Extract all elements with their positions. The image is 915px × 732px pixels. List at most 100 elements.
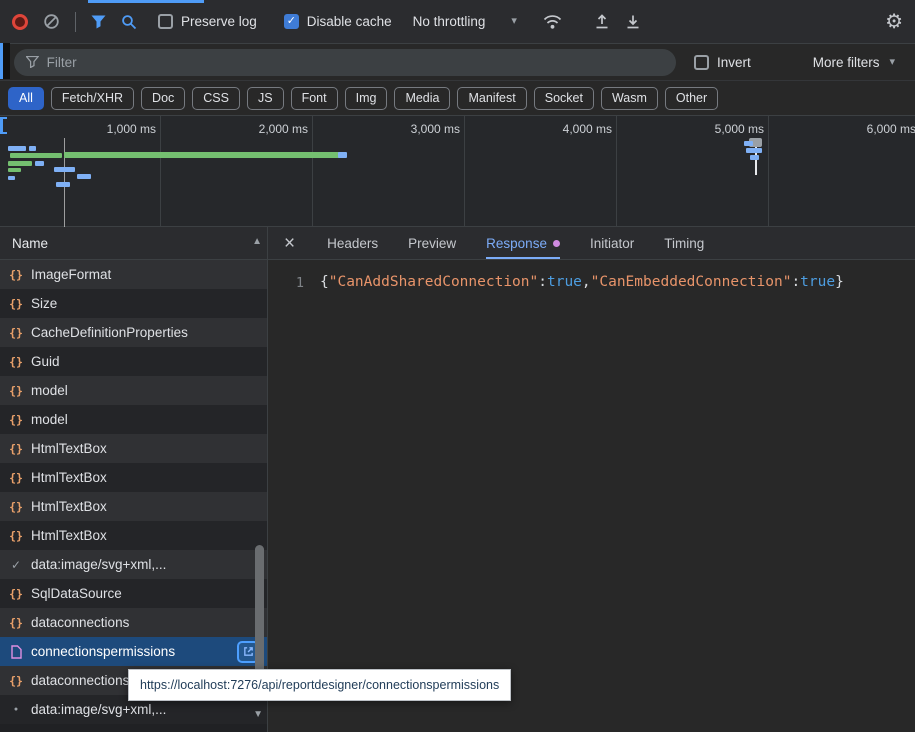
request-row-htmltextbox[interactable]: {}HtmlTextBox [0,492,267,521]
search-button[interactable] [121,14,137,30]
request-row-size[interactable]: {}Size [0,289,267,318]
invert-checkbox[interactable] [694,55,709,70]
tab-response[interactable]: Response [486,227,560,259]
request-list: {}ImageFormat{}Size{}CacheDefinitionProp… [0,260,267,724]
filter-chip-manifest[interactable]: Manifest [457,87,526,110]
filter-chip-css[interactable]: CSS [192,87,240,110]
request-name: data:image/svg+xml,... [31,702,166,717]
filter-chip-js[interactable]: JS [247,87,284,110]
waterfall-bar [8,146,26,151]
tab-timing[interactable]: Timing [664,227,704,259]
filter-chip-img[interactable]: Img [345,87,388,110]
details-tabs: × Headers Preview Response Initiator Timing [268,227,915,260]
throttling-select[interactable]: No throttling ▾ [413,14,517,29]
filter-bar: Invert More filters ▾ [0,44,915,81]
export-har-button[interactable] [625,13,641,30]
tab-initiator[interactable]: Initiator [590,227,634,259]
network-conditions-icon[interactable] [542,13,563,30]
waterfall-bar [54,167,75,172]
waterfall-bar [744,141,753,146]
request-row-guid[interactable]: {}Guid [0,347,267,376]
scroll-down-arrow[interactable]: ▼ [253,710,263,720]
line-number: 1 [268,274,320,291]
request-row-sqldatasource[interactable]: {}SqlDataSource [0,579,267,608]
scroll-up-arrow[interactable]: ▲ [252,237,262,247]
import-har-button[interactable] [594,13,610,30]
request-row-htmltextbox[interactable]: {}HtmlTextBox [0,434,267,463]
panel-tab-accent [88,0,204,3]
resource-type-filters: All Fetch/XHR Doc CSS JS Font Img Media Manifest… [0,81,915,116]
timeline-tick-label: 1,000 ms [8,122,156,136]
json-token: true [547,274,582,290]
waterfall-bar [10,153,62,158]
timeline-tick-label: 6,000 ms [768,122,915,136]
json-token: "CanAddSharedConnection" [329,274,539,290]
close-icon[interactable]: × [284,234,295,253]
filter-chip-media[interactable]: Media [394,87,450,110]
request-row-connectionspermissions[interactable]: connectionspermissions [0,637,267,666]
request-row-data-image-svg-xml[interactable]: ✓data:image/svg+xml,... [0,550,267,579]
request-name: dataconnections [31,673,129,688]
request-row-imageformat[interactable]: {} ImageFormat [0,260,267,289]
waterfall-bar [29,146,36,151]
network-filter-field[interactable] [14,49,676,76]
tab-label: Preview [408,236,456,251]
json-icon: {} [8,529,24,543]
request-row-htmltextbox[interactable]: {} HtmlTextBox [0,521,267,550]
request-name: ImageFormat [31,267,111,282]
edge-fragment [0,43,10,79]
main-area: Name ▲ {}ImageFormat{}Size{}CacheDefinit… [0,227,915,732]
request-name: HtmlTextBox [31,528,107,543]
json-token: "CanEmbeddedConnection" [591,274,792,290]
filter-chip-all[interactable]: All [8,87,44,110]
invert-group: Invert [694,55,751,70]
record-button[interactable] [12,14,28,30]
json-icon: {} [8,297,24,311]
request-row-model[interactable]: {}model [0,376,267,405]
request-name: CacheDefinitionProperties [31,325,188,340]
name-column-header[interactable]: Name ▲ [0,227,267,260]
filter-chip-other[interactable]: Other [665,87,718,110]
funnel-icon [26,56,39,68]
json-icon: {} [8,587,24,601]
filter-chip-doc[interactable]: Doc [141,87,185,110]
request-row-cachedefinitionproperties[interactable]: {}CacheDefinitionProperties [0,318,267,347]
filter-chip-font[interactable]: Font [291,87,338,110]
settings-gear-button[interactable]: ⚙ [885,12,903,32]
chevron-down-icon: ▾ [511,16,517,27]
request-name: HtmlTextBox [31,441,107,456]
filter-chip-fetch-xhr[interactable]: Fetch/XHR [51,87,134,110]
tab-headers[interactable]: Headers [327,227,378,259]
filter-toggle-button[interactable] [91,15,106,29]
timeline-tick-label: 2,000 ms [160,122,308,136]
timeline-tick-label: 5,000 ms [616,122,764,136]
request-row-htmltextbox[interactable]: {}HtmlTextBox [0,463,267,492]
tab-preview[interactable]: Preview [408,227,456,259]
json-icon: {} [8,616,24,630]
json-icon: {} [8,268,24,282]
name-header-label: Name [12,236,48,251]
preserve-log-group: Preserve log [158,14,257,29]
preserve-log-checkbox[interactable] [158,14,173,29]
response-override-dot [553,240,560,247]
response-body: 1 {"CanAddSharedConnection":true,"CanEmb… [268,260,915,291]
clear-button[interactable] [43,13,60,30]
timeline-tick-label: 4,000 ms [464,122,612,136]
more-filters-button[interactable]: More filters ▾ [813,55,915,70]
tab-label: Headers [327,236,378,251]
waterfall-bar [64,152,342,158]
disable-cache-checkbox[interactable]: ✓ [284,14,299,29]
selection-handle[interactable] [0,117,7,134]
request-name: HtmlTextBox [31,499,107,514]
request-row-dataconnections[interactable]: {}dataconnections [0,608,267,637]
throttling-value: No throttling [413,14,486,29]
request-row-model[interactable]: {}model [0,405,267,434]
disable-cache-label: Disable cache [307,14,392,29]
filter-chip-wasm[interactable]: Wasm [601,87,658,110]
request-name: Guid [31,354,60,369]
network-filter-input[interactable] [47,55,664,70]
waterfall-bar [35,161,44,166]
overview-timeline[interactable]: 1,000 ms2,000 ms3,000 ms4,000 ms5,000 ms… [0,116,915,227]
filter-chip-socket[interactable]: Socket [534,87,594,110]
waterfall-bar [746,148,762,153]
